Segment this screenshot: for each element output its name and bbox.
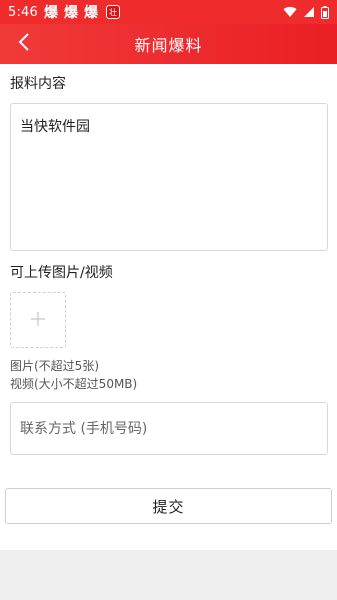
page-title: 新闻爆料 bbox=[134, 36, 203, 55]
image-hint: 图片(不超过5张) bbox=[10, 359, 99, 373]
notification-app-icon: 爆 bbox=[44, 5, 58, 21]
content-label: 报料内容 bbox=[10, 76, 66, 92]
chevron-left-icon bbox=[18, 33, 30, 55]
upload-label: 可上传图片/视频 bbox=[10, 265, 113, 281]
add-media-button[interactable] bbox=[10, 292, 66, 348]
battery-icon bbox=[321, 5, 329, 19]
signal-icon bbox=[303, 6, 315, 18]
wifi-icon bbox=[283, 6, 297, 18]
submit-button[interactable]: 提交 bbox=[5, 488, 332, 524]
bottom-area bbox=[0, 550, 337, 600]
notification-app-icon: 爆 bbox=[64, 5, 78, 21]
status-left: 5:46 爆 爆 爆 壮 bbox=[8, 2, 120, 22]
content-textarea[interactable]: 当快软件园 bbox=[10, 103, 328, 251]
plus-icon bbox=[31, 311, 45, 330]
status-time: 5:46 bbox=[8, 4, 38, 20]
notification-badge-icon: 壮 bbox=[106, 5, 120, 19]
status-right bbox=[283, 5, 329, 19]
contact-phone-input[interactable] bbox=[10, 402, 328, 455]
status-bar: 5:46 爆 爆 爆 壮 bbox=[0, 0, 337, 24]
back-button[interactable] bbox=[10, 30, 38, 58]
notification-app-icon: 爆 bbox=[84, 5, 98, 21]
app-bar: 新闻爆料 bbox=[0, 24, 337, 64]
video-hint: 视频(大小不超过50MB) bbox=[10, 377, 138, 391]
